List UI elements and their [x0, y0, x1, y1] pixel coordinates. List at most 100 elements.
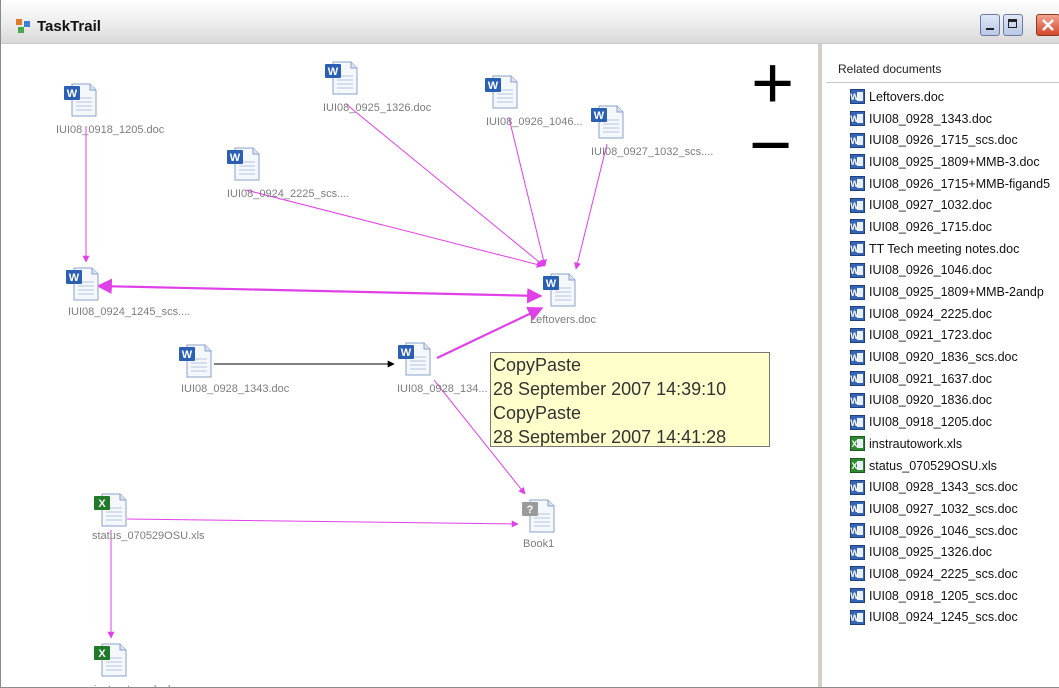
- related-document-item[interactable]: W IUI08_0926_1046.doc: [850, 260, 1050, 282]
- related-document-item[interactable]: W IUI08_0926_1046_scs.doc: [850, 520, 1050, 542]
- word-document-icon[interactable]: W: [178, 341, 212, 379]
- word-icon: W: [850, 284, 865, 300]
- word-icon: W: [850, 89, 865, 105]
- related-document-label: TT Tech meeting notes.doc: [869, 241, 1020, 256]
- related-document-item[interactable]: Xstatus_070529OSU.xls: [850, 455, 1050, 477]
- graph-edge[interactable]: [96, 278, 543, 304]
- minimize-button[interactable]: [980, 14, 1000, 36]
- svg-text:X: X: [851, 461, 857, 471]
- word-icon: W: [850, 306, 865, 322]
- related-document-item[interactable]: W IUI08_0927_1032.doc: [850, 194, 1050, 216]
- word-icon: W: [850, 566, 865, 582]
- word-icon: W: [850, 609, 865, 625]
- related-document-label: IUI08_0920_1836.doc: [869, 393, 993, 408]
- graph-edge[interactable]: [126, 518, 519, 528]
- title-bar[interactable]: TaskTrail: [1, 0, 1059, 44]
- excel-document-icon[interactable]: X: [93, 490, 127, 528]
- window-title: TaskTrail: [37, 18, 101, 35]
- related-document-item[interactable]: W IUI08_0921_1637.doc: [850, 368, 1050, 390]
- related-document-item[interactable]: W IUI08_0921_1723.doc: [850, 325, 1050, 347]
- maximize-icon: [1008, 19, 1017, 28]
- svg-text:W: W: [182, 349, 193, 361]
- related-document-label: IUI08_0924_2225_scs.doc: [869, 566, 1018, 581]
- word-document-icon[interactable]: W: [397, 339, 431, 377]
- related-document-label: IUI08_0918_1205_scs.doc: [869, 588, 1018, 603]
- word-icon: W: [850, 371, 865, 387]
- svg-text:X: X: [98, 648, 106, 660]
- related-document-item[interactable]: W IUI08_0918_1205_scs.doc: [850, 585, 1050, 607]
- related-document-label: IUI08_0925_1326.doc: [869, 545, 993, 560]
- word-document-icon[interactable]: W: [324, 58, 358, 96]
- related-document-item[interactable]: W IUI08_0926_1715+MMB-figand5: [850, 173, 1050, 195]
- zoom-out-button[interactable]: −: [749, 106, 792, 184]
- related-document-item[interactable]: W IUI08_0927_1032_scs.doc: [850, 498, 1050, 520]
- graph-edge[interactable]: [245, 189, 544, 268]
- word-document-icon[interactable]: W: [590, 102, 624, 140]
- svg-text:W: W: [850, 136, 859, 146]
- related-document-item[interactable]: W TT Tech meeting notes.doc: [850, 238, 1050, 260]
- node-label: IUI08_0918_1205.doc: [56, 124, 165, 136]
- close-button[interactable]: [1036, 14, 1059, 36]
- related-document-item[interactable]: W IUI08_0925_1326.doc: [850, 541, 1050, 563]
- related-document-label: instrautowork.xls: [869, 436, 963, 451]
- tasktrail-window: TaskTrail W IUI08_0918_1205.doc W IUI08_…: [0, 0, 1059, 688]
- related-document-item[interactable]: Xinstrautowork.xls: [850, 433, 1050, 455]
- related-document-item[interactable]: W IUI08_0920_1836.doc: [850, 390, 1050, 412]
- related-document-item[interactable]: W Leftovers.doc: [850, 86, 1050, 108]
- minimize-icon: [986, 28, 994, 30]
- related-document-item[interactable]: W IUI08_0924_1245_scs.doc: [850, 607, 1050, 629]
- svg-text:W: W: [850, 266, 859, 276]
- related-document-item[interactable]: W IUI08_0926_1715.doc: [850, 216, 1050, 238]
- graph-edge[interactable]: [345, 103, 545, 267]
- related-documents-panel: Related documents W Leftovers.doc W IUI08_0…: [818, 44, 1059, 687]
- svg-text:W: W: [850, 504, 859, 514]
- graph-edge[interactable]: [508, 117, 547, 267]
- related-document-item[interactable]: W IUI08_0924_2225.doc: [850, 303, 1050, 325]
- related-document-label: IUI08_0921_1723.doc: [869, 328, 993, 343]
- word-icon: W: [850, 132, 865, 148]
- generic-document-icon[interactable]: ?: [521, 496, 555, 534]
- related-document-item[interactable]: W IUI08_0924_2225_scs.doc: [850, 563, 1050, 585]
- graph-edge[interactable]: [436, 307, 544, 359]
- node-label: IUI08_0928_1343.doc: [181, 383, 290, 395]
- word-document-icon[interactable]: W: [226, 144, 260, 182]
- related-document-item[interactable]: W IUI08_0925_1809+MMB-2andp: [850, 281, 1050, 303]
- tooltip-line: 28 September 2007 14:39:10: [493, 379, 727, 399]
- node-label: IUI08_0924_1245_scs....: [68, 306, 191, 318]
- svg-text:W: W: [230, 152, 241, 164]
- related-document-item[interactable]: W IUI08_0928_1343_scs.doc: [850, 476, 1050, 498]
- related-document-item[interactable]: W IUI08_0925_1809+MMB-3.doc: [850, 151, 1050, 173]
- word-icon: W: [850, 414, 865, 430]
- node-label: IUI08_0927_1032_scs....: [591, 146, 714, 158]
- related-document-item[interactable]: W IUI08_0928_1343.doc: [850, 108, 1050, 130]
- related-document-label: IUI08_0925_1809+MMB-3.doc: [869, 154, 1040, 169]
- excel-document-icon[interactable]: X: [93, 640, 127, 678]
- tooltip-line: CopyPaste: [493, 355, 582, 375]
- node-label: IUI08_0924_2225_scs....: [227, 188, 350, 200]
- svg-text:W: W: [69, 272, 80, 284]
- svg-text:W: W: [488, 80, 499, 92]
- node-label: Book1: [523, 538, 555, 550]
- word-document-icon[interactable]: W: [65, 264, 99, 302]
- node-label: status_070529OSU.xls: [92, 530, 205, 542]
- related-document-item[interactable]: W IUI08_0918_1205.doc: [850, 411, 1050, 433]
- graph-canvas[interactable]: W IUI08_0918_1205.doc W IUI08_0925_1326.doc…: [1, 44, 818, 687]
- word-icon: W: [850, 241, 865, 257]
- svg-text:W: W: [850, 591, 859, 601]
- related-documents-list[interactable]: W Leftovers.doc W IUI08_0928_1343.doc W IUI08…: [850, 86, 1050, 628]
- tooltip-line: CopyPaste: [493, 403, 582, 423]
- word-document-icon[interactable]: W: [484, 72, 518, 110]
- word-document-icon[interactable]: W: [63, 80, 97, 118]
- word-document-icon[interactable]: W: [542, 270, 576, 308]
- related-documents-header: Related documents: [838, 62, 942, 76]
- related-document-item[interactable]: W IUI08_0920_1836_scs.doc: [850, 346, 1050, 368]
- close-icon: [1042, 19, 1054, 31]
- edge-tooltip: CopyPaste 28 September 2007 14:39:10 Cop…: [490, 352, 770, 447]
- node-label: IUI08_0925_1326.doc: [323, 102, 432, 114]
- svg-text:W: W: [850, 157, 859, 167]
- word-icon: W: [850, 479, 865, 495]
- maximize-button[interactable]: [1003, 14, 1023, 36]
- related-document-item[interactable]: W IUI08_0926_1715_scs.doc: [850, 129, 1050, 151]
- svg-text:W: W: [850, 331, 859, 341]
- graph-edge[interactable]: [574, 143, 608, 270]
